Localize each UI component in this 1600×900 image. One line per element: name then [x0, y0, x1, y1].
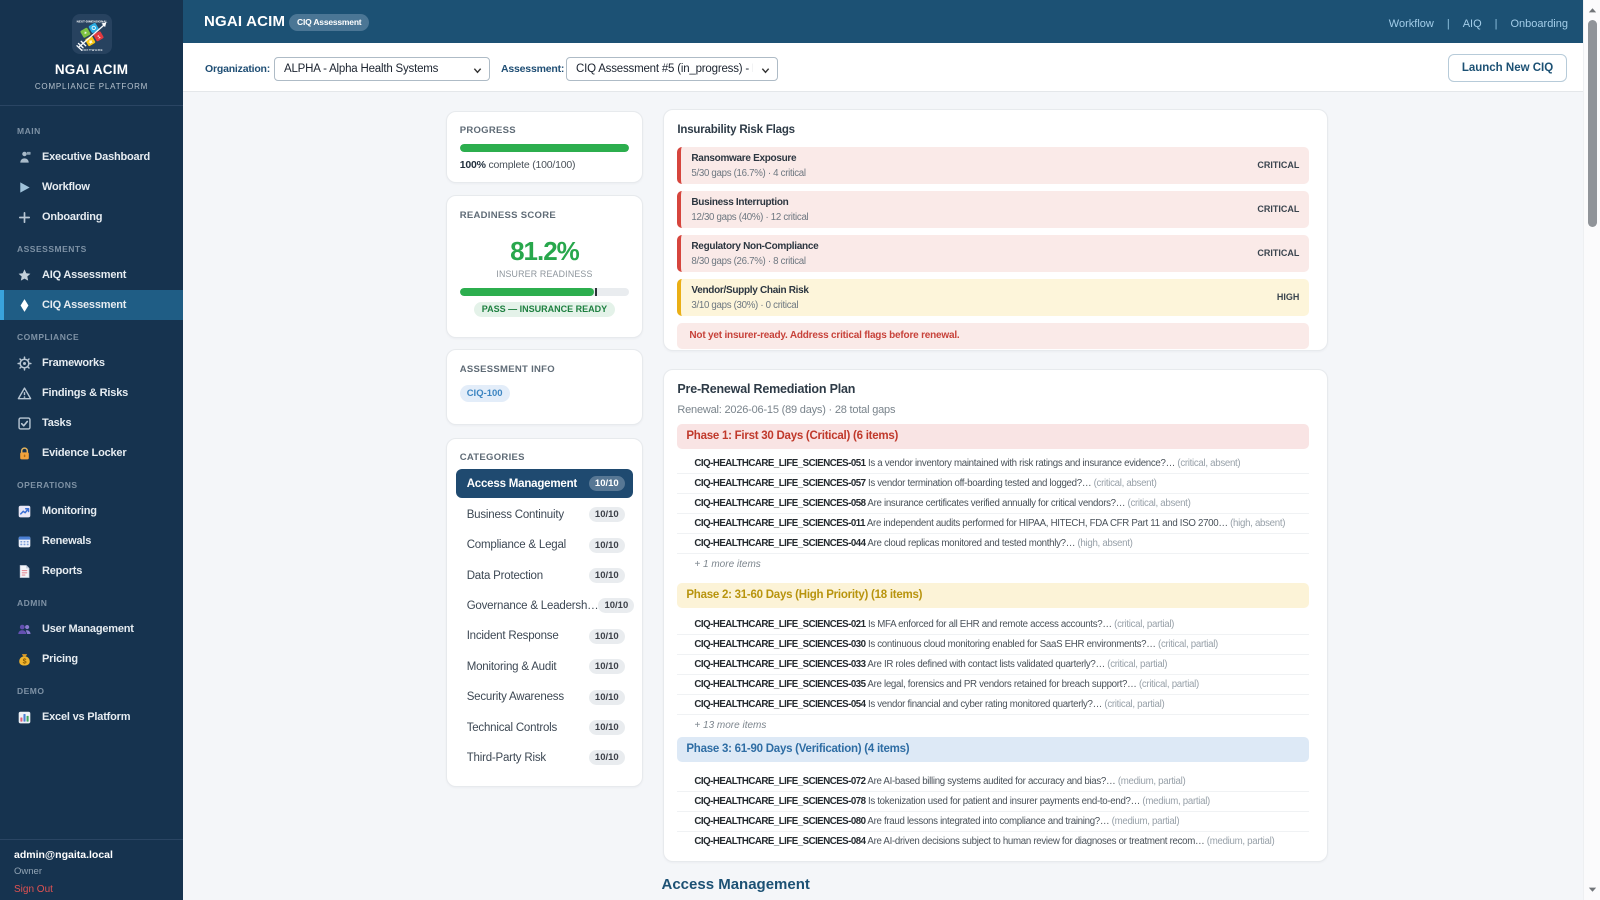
svg-text:$: $ [23, 658, 27, 665]
svg-text:SOFTWARE: SOFTWARE [80, 48, 102, 52]
svg-text:NEXT-DIMENSIONAL: NEXT-DIMENSIONAL [76, 19, 107, 23]
